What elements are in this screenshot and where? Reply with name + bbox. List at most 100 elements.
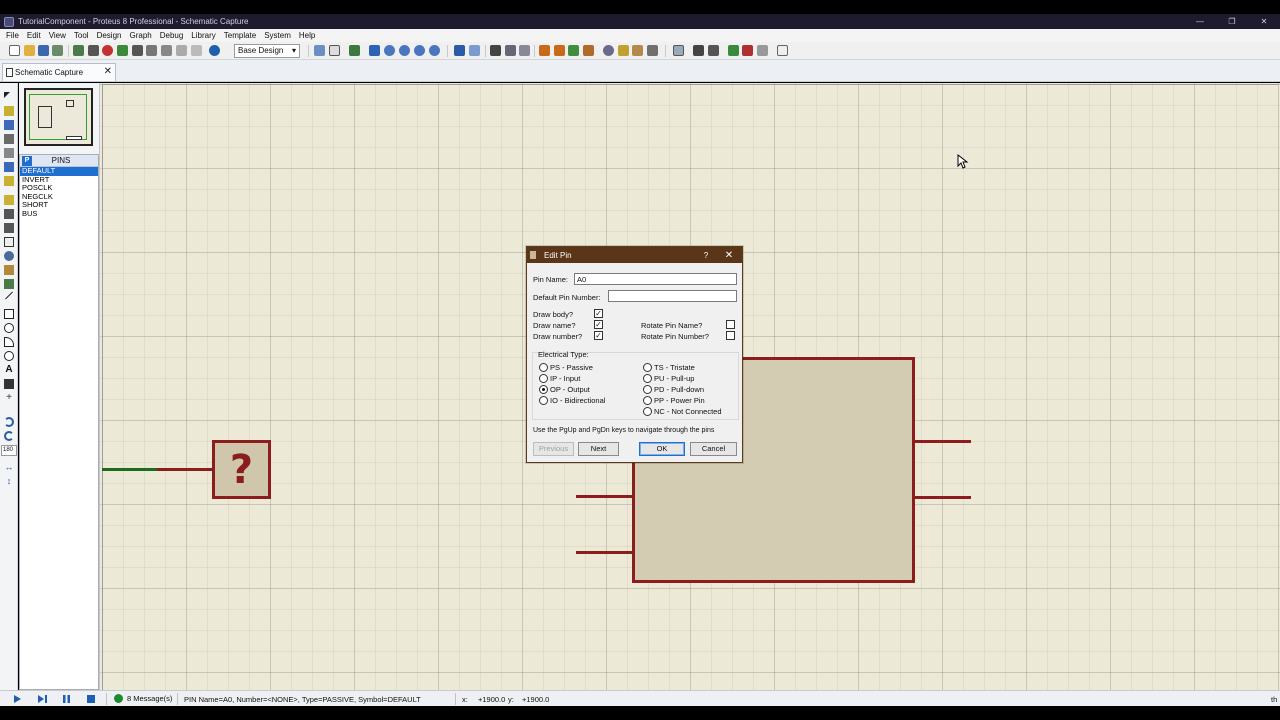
marker-tool-icon[interactable]: +: [4, 393, 14, 403]
maximize-button[interactable]: ❐: [1216, 17, 1248, 26]
pin-right-2[interactable]: [915, 496, 971, 499]
menu-edit[interactable]: Edit: [23, 31, 45, 40]
zoom-all-icon[interactable]: [414, 45, 425, 56]
symbol-tool-icon[interactable]: [4, 379, 14, 389]
copy-icon[interactable]: [505, 45, 516, 56]
line-tool-icon[interactable]: [5, 291, 13, 300]
type-tristate-radio[interactable]: [643, 363, 652, 372]
search-tag-icon[interactable]: [693, 45, 704, 56]
draw-body-checkbox[interactable]: ✓: [594, 309, 603, 318]
previous-button[interactable]: Previous: [533, 442, 574, 456]
menu-view[interactable]: View: [45, 31, 70, 40]
cut-icon[interactable]: [490, 45, 501, 56]
ok-button[interactable]: OK: [639, 442, 685, 456]
type-input-radio[interactable]: [539, 374, 548, 383]
new-file-icon[interactable]: [9, 45, 20, 56]
arc-tool-icon[interactable]: [4, 337, 14, 347]
buses-icon[interactable]: [4, 162, 14, 172]
circle-tool-icon[interactable]: [4, 323, 14, 333]
zoom-in-icon[interactable]: [384, 45, 395, 56]
design-explorer-icon[interactable]: [146, 45, 157, 56]
help-icon[interactable]: [209, 45, 220, 56]
new-sheet-icon[interactable]: [728, 45, 739, 56]
type-pulldown-radio[interactable]: [643, 385, 652, 394]
remove-sheet-icon[interactable]: [742, 45, 753, 56]
red-wire[interactable]: [157, 468, 212, 471]
green-wire[interactable]: [102, 468, 157, 471]
origin-icon[interactable]: [349, 45, 360, 56]
default-pin-number-input[interactable]: [608, 290, 737, 302]
pick-device-icon[interactable]: [603, 45, 614, 56]
zoom-area-icon[interactable]: [429, 45, 440, 56]
generator-icon[interactable]: [4, 251, 14, 261]
type-bidirectional-radio[interactable]: [539, 396, 548, 405]
import-icon[interactable]: [52, 45, 63, 56]
close-window-button[interactable]: ✕: [1248, 17, 1280, 26]
pcb-icon[interactable]: [117, 45, 128, 56]
open-folder-icon[interactable]: [24, 45, 35, 56]
home-icon[interactable]: [73, 45, 84, 56]
current-probe-icon[interactable]: [4, 279, 14, 289]
close-tab-icon[interactable]: ✕: [104, 66, 112, 77]
messages-indicator[interactable]: 8 Message(s): [114, 694, 172, 703]
notes-icon[interactable]: [176, 45, 187, 56]
mirror-horizontal-icon[interactable]: ↔: [4, 462, 14, 472]
pan-icon[interactable]: [369, 45, 380, 56]
step-simulation-icon[interactable]: [37, 694, 48, 704]
rotate-anticlockwise-icon[interactable]: [4, 431, 14, 441]
save-icon[interactable]: [38, 45, 49, 56]
netlist-icon[interactable]: [777, 45, 788, 56]
wire-label-icon[interactable]: [4, 134, 14, 144]
type-not-connected-radio[interactable]: [643, 407, 652, 416]
menu-debug[interactable]: Debug: [156, 31, 188, 40]
tape-recorder-icon[interactable]: [4, 237, 14, 247]
selection-mode-icon[interactable]: [4, 92, 10, 98]
type-output-radio[interactable]: [539, 385, 548, 394]
tab-schematic-capture[interactable]: Schematic Capture ✕: [2, 63, 116, 81]
dialog-close-button[interactable]: ✕: [716, 250, 742, 261]
mirror-vertical-icon[interactable]: ↕: [4, 476, 14, 486]
unknown-component-placeholder[interactable]: ?: [212, 440, 271, 499]
menu-tool[interactable]: Tool: [70, 31, 93, 40]
run-simulation-icon[interactable]: [13, 694, 22, 704]
type-power-pin-radio[interactable]: [643, 396, 652, 405]
block-rotate-icon[interactable]: [568, 45, 579, 56]
design-variant-select[interactable]: Base Design ▾: [234, 44, 300, 58]
rotate-pin-number-checkbox[interactable]: [726, 331, 735, 340]
menu-system[interactable]: System: [260, 31, 295, 40]
path-tool-icon[interactable]: [4, 351, 14, 361]
paste-icon[interactable]: [519, 45, 530, 56]
terminals-icon[interactable]: [4, 195, 14, 205]
zoom-out-icon[interactable]: [399, 45, 410, 56]
grid-icon[interactable]: [329, 45, 340, 56]
text-tool-icon[interactable]: A: [4, 365, 14, 375]
device-pins-icon[interactable]: [4, 209, 14, 219]
menu-design[interactable]: Design: [93, 31, 126, 40]
undo-icon[interactable]: [454, 45, 465, 56]
gerber-icon[interactable]: [132, 45, 143, 56]
cancel-button[interactable]: Cancel: [690, 442, 737, 456]
dialog-help-button[interactable]: ?: [696, 251, 716, 260]
block-copy-icon[interactable]: [539, 45, 550, 56]
wire-autorouter-icon[interactable]: [673, 45, 684, 56]
graph-mode-icon[interactable]: [4, 223, 14, 233]
block-move-icon[interactable]: [554, 45, 565, 56]
property-assignment-icon[interactable]: [708, 45, 719, 56]
menu-template[interactable]: Template: [220, 31, 260, 40]
minimize-button[interactable]: —: [1184, 17, 1216, 26]
rotate-pin-name-checkbox[interactable]: [726, 320, 735, 329]
pin-name-input[interactable]: A0: [574, 273, 737, 285]
pick-pin-button[interactable]: P: [22, 155, 32, 166]
bill-icon[interactable]: [161, 45, 172, 56]
block-delete-icon[interactable]: [583, 45, 594, 56]
box-tool-icon[interactable]: [4, 309, 14, 319]
pin-right-1[interactable]: [915, 440, 971, 443]
source-icon[interactable]: [191, 45, 202, 56]
bom-icon[interactable]: [102, 45, 113, 56]
pin-left-2[interactable]: [576, 551, 632, 554]
stop-simulation-icon[interactable]: [86, 694, 96, 704]
menu-help[interactable]: Help: [295, 31, 319, 40]
pin-item-bus[interactable]: BUS: [20, 209, 98, 219]
pause-simulation-icon[interactable]: [62, 694, 71, 704]
refresh-icon[interactable]: [314, 45, 325, 56]
